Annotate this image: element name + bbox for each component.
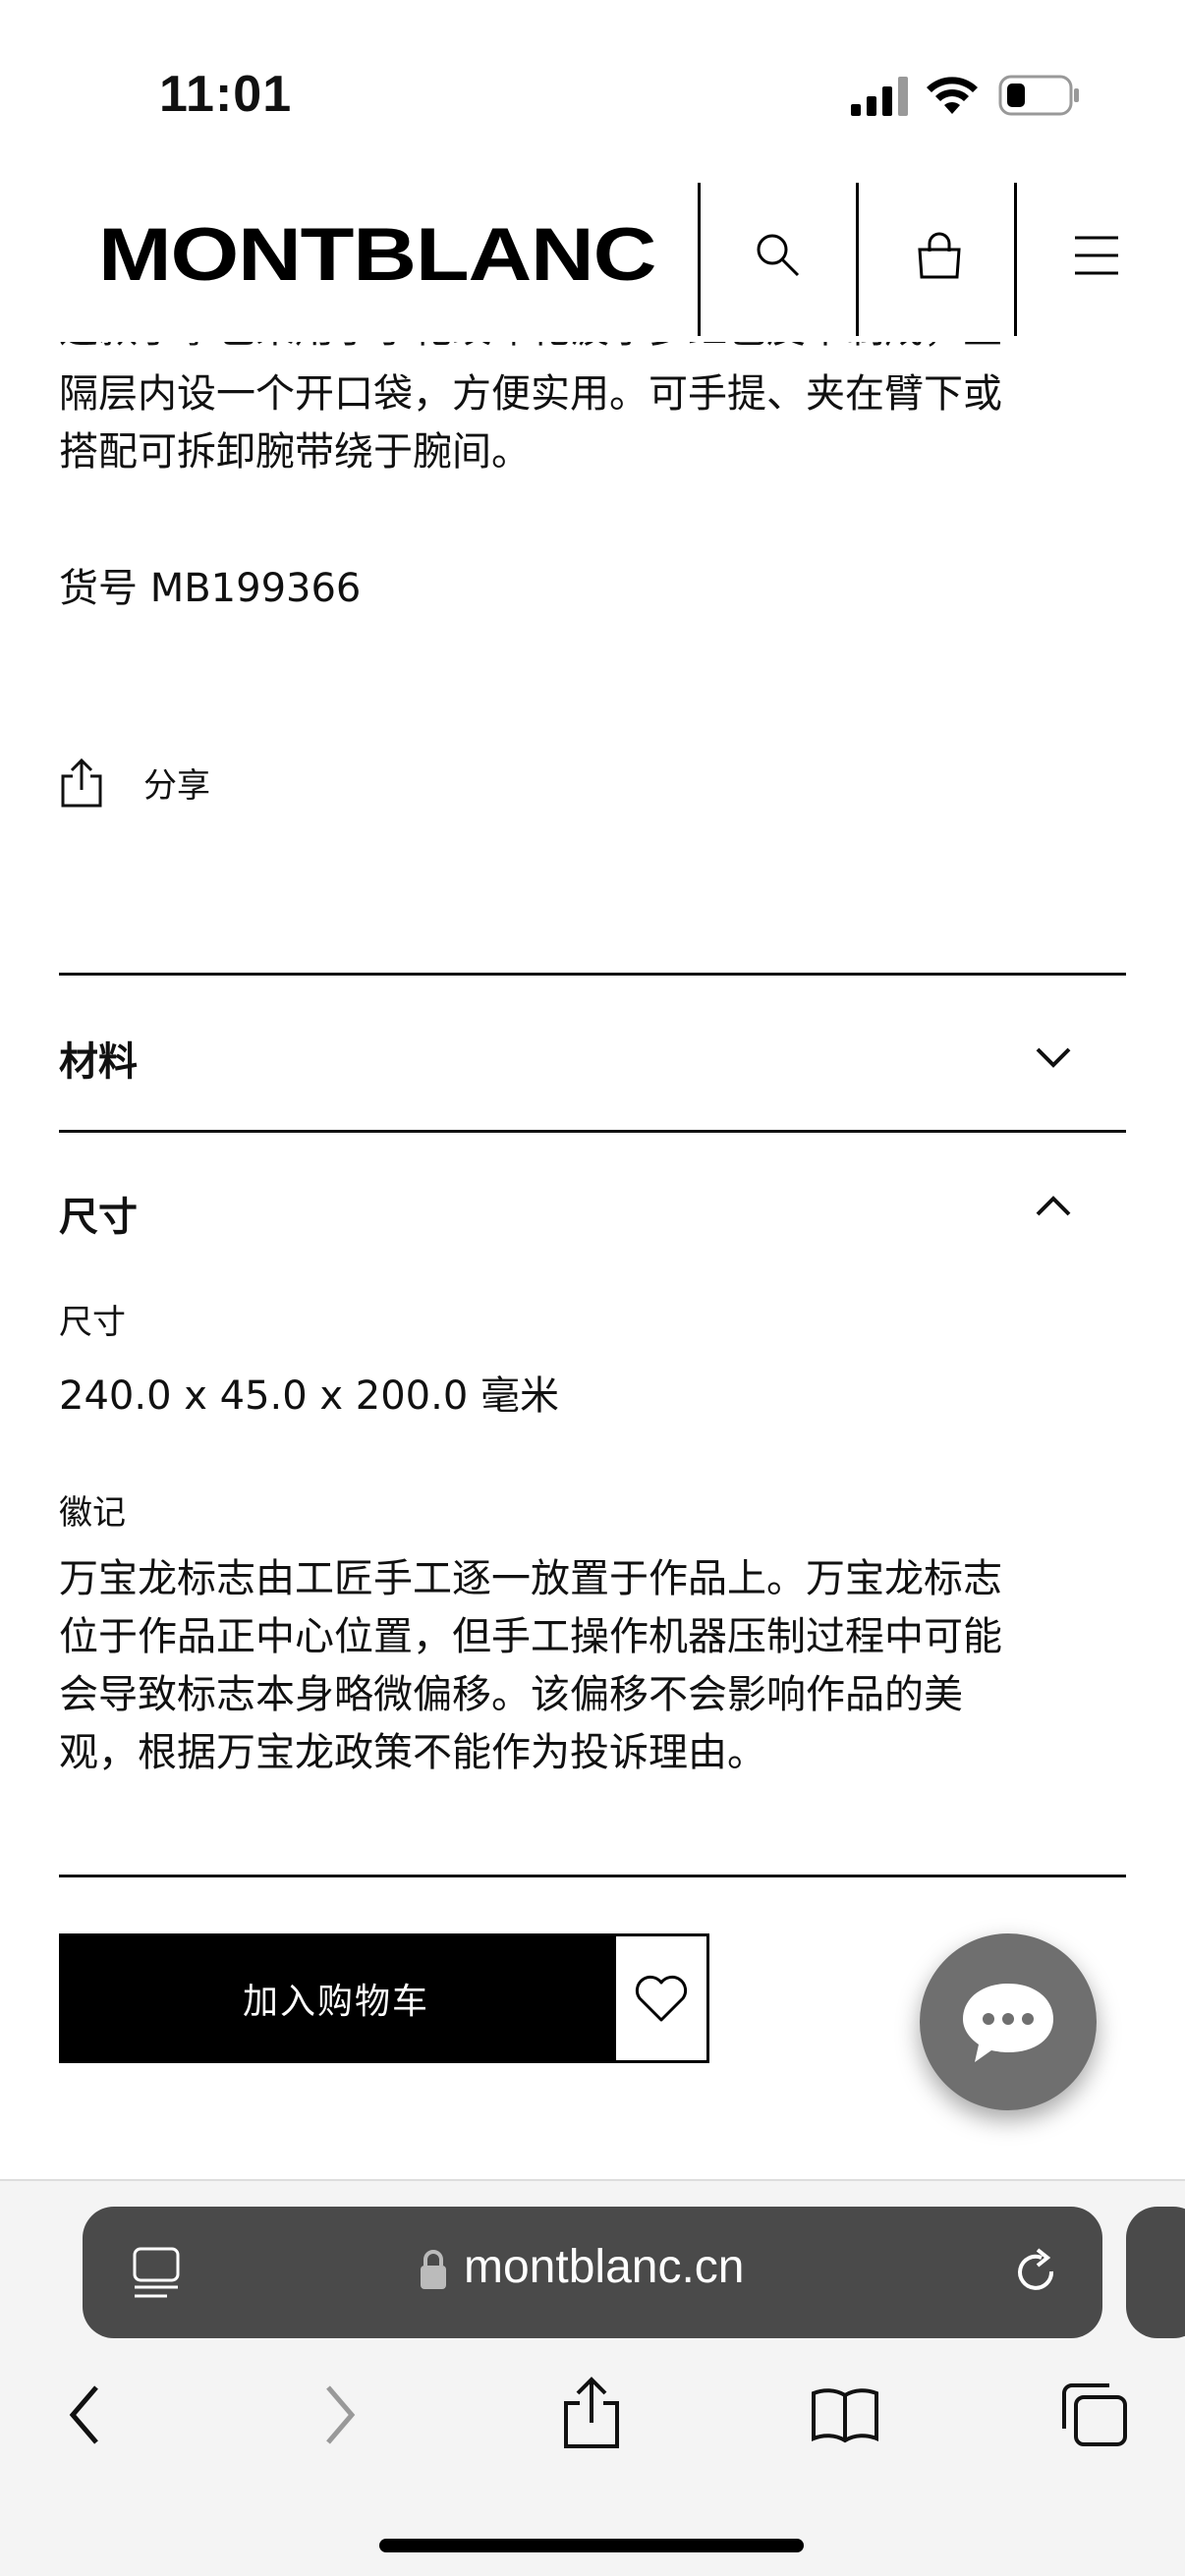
hamburger-menu-icon <box>1075 236 1118 275</box>
emblem-line: 位于作品正中心位置，但手工操作机器压制过程中可能 <box>59 1614 1002 1659</box>
cellular-signal-icon <box>851 77 908 116</box>
back-chevron-icon <box>69 2385 98 2444</box>
emblem-line: 观，根据万宝龙政策不能作为投诉理由。 <box>59 1730 766 1775</box>
wifi-icon <box>927 77 978 114</box>
status-bar: 11:01 <box>0 0 1185 177</box>
share-icon <box>564 2377 619 2448</box>
emblem-description: 万宝龙标志由工匠手工逐一放置于作品上。万宝龙标志 位于作品正中心位置，但手工操作… <box>59 1550 1100 1782</box>
chat-button[interactable] <box>920 1933 1097 2110</box>
chat-bubble-icon <box>963 1984 1053 2062</box>
share-page-button[interactable] <box>552 2374 631 2452</box>
add-to-cart-button[interactable]: 加入购物车 <box>59 1933 613 2063</box>
divider <box>59 973 1126 976</box>
reader-mode-icon[interactable] <box>132 2246 181 2299</box>
reload-icon[interactable] <box>1012 2248 1061 2297</box>
emblem-line: 万宝龙标志由工匠手工逐一放置于作品上。万宝龙标志 <box>59 1556 1002 1601</box>
cart-button[interactable] <box>890 206 988 305</box>
size-accordion-title[interactable]: 尺寸 <box>59 1185 138 1242</box>
chevron-up-icon[interactable] <box>1032 1185 1075 1228</box>
wishlist-button[interactable] <box>613 1933 709 2063</box>
site-header: MONTBLANC <box>0 177 1185 342</box>
description-line: 隔层内设一个开口袋，方便实用。可手提、夹在臂下或 <box>59 371 1002 417</box>
search-button[interactable] <box>729 206 827 305</box>
tabs-button[interactable] <box>1055 2376 1134 2454</box>
header-divider <box>698 183 701 336</box>
heart-icon <box>635 1975 688 2022</box>
book-icon <box>812 2388 878 2443</box>
product-sku: 货号 MB199366 <box>59 566 362 611</box>
menu-button[interactable] <box>1047 206 1146 305</box>
emblem-label: 徽记 <box>59 1493 126 1533</box>
bookmarks-button[interactable] <box>806 2376 884 2454</box>
share-button[interactable]: 分享 <box>59 756 210 808</box>
chevron-down-icon[interactable] <box>1032 1036 1075 1079</box>
forward-chevron-icon <box>326 2385 356 2444</box>
emblem-line: 会导致标志本身略微偏移。该偏移不会影响作品的美 <box>59 1672 963 1717</box>
size-value: 240.0 x 45.0 x 200.0 毫米 <box>59 1373 560 1419</box>
share-label: 分享 <box>143 765 210 806</box>
tabs-icon <box>1062 2383 1127 2446</box>
next-tab-peek[interactable] <box>1126 2207 1185 2338</box>
shopping-bag-icon <box>918 232 961 279</box>
description-line: 搭配可拆卸腕带绕于腕间。 <box>59 429 531 475</box>
header-divider <box>1014 183 1017 336</box>
montblanc-logo[interactable]: MONTBLANC <box>98 212 656 299</box>
status-time: 11:01 <box>159 66 293 123</box>
url-text[interactable]: montblanc.cn <box>464 2240 745 2294</box>
lock-icon <box>421 2250 446 2289</box>
divider <box>59 1875 1126 1877</box>
product-description: 隔层内设一个开口袋，方便实用。可手提、夹在臂下或 搭配可拆卸腕带绕于腕间。 <box>59 365 1100 481</box>
battery-icon <box>998 75 1079 116</box>
materials-accordion-title[interactable]: 材料 <box>59 1030 138 1087</box>
address-bar[interactable]: montblanc.cn <box>83 2207 1102 2338</box>
home-indicator <box>379 2539 804 2552</box>
header-divider <box>856 183 859 336</box>
share-icon <box>61 757 102 808</box>
back-button[interactable] <box>45 2376 124 2454</box>
forward-button[interactable] <box>301 2376 379 2454</box>
divider <box>59 1130 1126 1133</box>
browser-toolbar: montblanc.cn <box>0 2179 1185 2576</box>
size-label: 尺寸 <box>59 1303 126 1342</box>
search-icon <box>757 234 800 277</box>
